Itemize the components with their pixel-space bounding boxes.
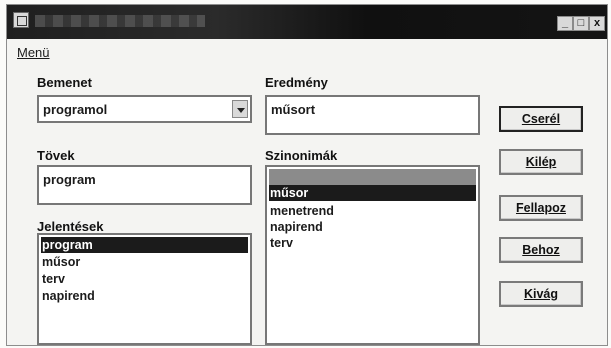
maximize-button[interactable]: □ (573, 16, 589, 31)
exit-button[interactable]: Kilép (499, 149, 583, 175)
meanings-list[interactable]: program műsor terv napirend (37, 233, 252, 345)
chevron-down-icon[interactable] (232, 100, 248, 118)
cut-button[interactable]: Kivág (499, 281, 583, 307)
list-item[interactable]: menetrend (270, 203, 334, 219)
lookup-button[interactable]: Fellapoz (499, 195, 583, 221)
list-item[interactable]: terv (42, 271, 65, 287)
input-combobox[interactable]: programol (37, 95, 252, 123)
window-title (35, 15, 205, 27)
input-label: Bemenet (37, 75, 92, 90)
title-bar[interactable]: _ □ x (7, 5, 607, 39)
result-value: műsort (271, 102, 316, 117)
bring-in-button[interactable]: Behoz (499, 237, 583, 263)
replace-button[interactable]: Cserél (499, 106, 583, 132)
stems-value: program (43, 172, 96, 187)
app-icon[interactable] (13, 12, 29, 28)
close-button[interactable]: x (589, 16, 605, 31)
thesaurus-window: _ □ x Menü Bemenet programol Eredmény mű… (6, 4, 608, 346)
menu-bar: Menü (7, 41, 607, 63)
list-item[interactable]: terv (270, 235, 293, 251)
synonyms-list[interactable]: műsor menetrend napirend terv (265, 165, 480, 345)
list-item[interactable]: program (41, 237, 248, 253)
minimize-button[interactable]: _ (557, 16, 573, 31)
list-item[interactable] (269, 169, 476, 185)
result-field[interactable]: műsort (265, 95, 480, 135)
meanings-label: Jelentések (37, 219, 104, 234)
menu-item-menu[interactable]: Menü (17, 45, 50, 60)
list-item[interactable]: műsor (42, 254, 80, 270)
input-value: programol (43, 102, 108, 117)
list-item[interactable]: napirend (270, 219, 323, 235)
list-item[interactable]: műsor (269, 185, 476, 201)
synonyms-label: Szinonimák (265, 148, 338, 163)
result-label: Eredmény (265, 75, 328, 90)
stems-label: Tövek (37, 148, 75, 163)
list-item[interactable]: napirend (42, 288, 95, 304)
stems-field[interactable]: program (37, 165, 252, 205)
